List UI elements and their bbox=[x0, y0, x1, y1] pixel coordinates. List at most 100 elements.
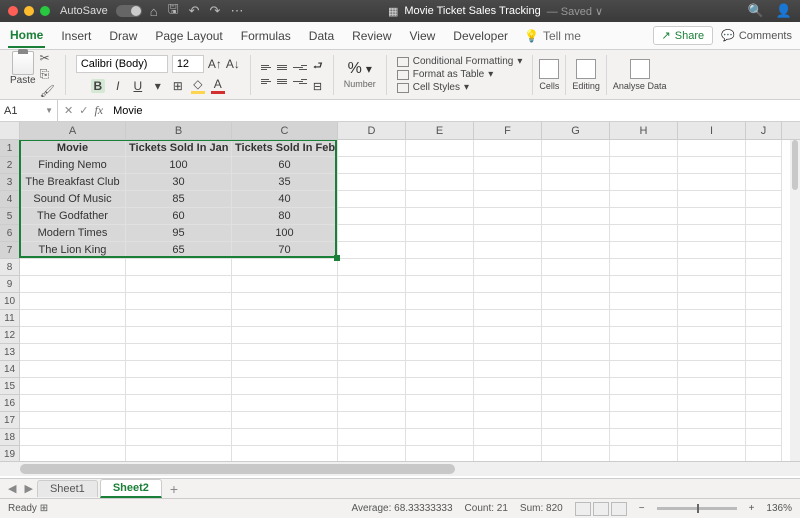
cell-I11[interactable] bbox=[678, 310, 746, 327]
cell-J13[interactable] bbox=[746, 344, 782, 361]
cell-C11[interactable] bbox=[232, 310, 338, 327]
cell-H17[interactable] bbox=[610, 412, 678, 429]
tab-page-layout[interactable]: Page Layout bbox=[153, 25, 224, 47]
tab-data[interactable]: Data bbox=[307, 25, 336, 47]
row-header-14[interactable]: 14 bbox=[0, 361, 19, 378]
row-header-7[interactable]: 7 bbox=[0, 242, 19, 259]
cell-G9[interactable] bbox=[542, 276, 610, 293]
cell-F19[interactable] bbox=[474, 446, 542, 461]
cell-J17[interactable] bbox=[746, 412, 782, 429]
prev-sheet-icon[interactable]: ◀ bbox=[4, 482, 20, 495]
cell-J9[interactable] bbox=[746, 276, 782, 293]
cell-C7[interactable]: 70 bbox=[232, 242, 338, 259]
cell-H5[interactable] bbox=[610, 208, 678, 225]
cell-D8[interactable] bbox=[338, 259, 406, 276]
cut-icon[interactable]: ✂ bbox=[40, 51, 55, 65]
cell-A16[interactable] bbox=[20, 395, 126, 412]
cell-I16[interactable] bbox=[678, 395, 746, 412]
row-header-3[interactable]: 3 bbox=[0, 174, 19, 191]
cell-E13[interactable] bbox=[406, 344, 474, 361]
cell-G12[interactable] bbox=[542, 327, 610, 344]
cell-D11[interactable] bbox=[338, 310, 406, 327]
cell-A2[interactable]: Finding Nemo bbox=[20, 157, 126, 174]
cell-G16[interactable] bbox=[542, 395, 610, 412]
fx-icon[interactable]: fx bbox=[94, 103, 103, 118]
col-header-D[interactable]: D bbox=[338, 122, 406, 139]
paste-button[interactable]: Paste bbox=[10, 51, 36, 86]
next-sheet-icon[interactable]: ▶ bbox=[20, 482, 36, 495]
vertical-scrollbar[interactable] bbox=[790, 140, 800, 461]
col-header-E[interactable]: E bbox=[406, 122, 474, 139]
col-header-G[interactable]: G bbox=[542, 122, 610, 139]
cell-D3[interactable] bbox=[338, 174, 406, 191]
cell-A19[interactable] bbox=[20, 446, 126, 461]
cell-B2[interactable]: 100 bbox=[126, 157, 232, 174]
name-box[interactable]: A1▼ bbox=[0, 100, 58, 121]
cell-I19[interactable] bbox=[678, 446, 746, 461]
cell-G6[interactable] bbox=[542, 225, 610, 242]
cell-A11[interactable] bbox=[20, 310, 126, 327]
row-header-11[interactable]: 11 bbox=[0, 310, 19, 327]
cell-H2[interactable] bbox=[610, 157, 678, 174]
cell-F5[interactable] bbox=[474, 208, 542, 225]
tab-developer[interactable]: Developer bbox=[451, 25, 510, 47]
cell-B11[interactable] bbox=[126, 310, 232, 327]
sheet-tab-1[interactable]: Sheet1 bbox=[37, 480, 98, 497]
undo-icon[interactable]: ↶ bbox=[189, 3, 200, 19]
cells-grid[interactable]: MovieTickets Sold In JanTickets Sold In … bbox=[20, 140, 800, 461]
cell-B6[interactable]: 95 bbox=[126, 225, 232, 242]
more-icon[interactable]: ⋯ bbox=[230, 3, 243, 19]
cells-button[interactable]: Cells bbox=[539, 59, 559, 91]
cell-C8[interactable] bbox=[232, 259, 338, 276]
row-header-1[interactable]: 1 bbox=[0, 140, 19, 157]
cell-G14[interactable] bbox=[542, 361, 610, 378]
col-header-C[interactable]: C bbox=[232, 122, 338, 139]
search-icon[interactable]: 🔍 bbox=[748, 3, 764, 19]
cell-E19[interactable] bbox=[406, 446, 474, 461]
cell-E1[interactable] bbox=[406, 140, 474, 157]
cell-G4[interactable] bbox=[542, 191, 610, 208]
tab-formulas[interactable]: Formulas bbox=[239, 25, 293, 47]
cell-H14[interactable] bbox=[610, 361, 678, 378]
copy-icon[interactable]: ⎘ bbox=[40, 67, 55, 82]
tab-review[interactable]: Review bbox=[350, 25, 393, 47]
cell-F1[interactable] bbox=[474, 140, 542, 157]
cell-D5[interactable] bbox=[338, 208, 406, 225]
row-header-12[interactable]: 12 bbox=[0, 327, 19, 344]
cell-E14[interactable] bbox=[406, 361, 474, 378]
cell-D7[interactable] bbox=[338, 242, 406, 259]
cell-A6[interactable]: Modern Times bbox=[20, 225, 126, 242]
cell-B17[interactable] bbox=[126, 412, 232, 429]
cell-H19[interactable] bbox=[610, 446, 678, 461]
bold-button[interactable]: B bbox=[91, 79, 105, 93]
cell-C12[interactable] bbox=[232, 327, 338, 344]
cell-styles-button[interactable]: Cell Styles▾ bbox=[397, 82, 523, 93]
cell-B19[interactable] bbox=[126, 446, 232, 461]
cell-B7[interactable]: 65 bbox=[126, 242, 232, 259]
cell-J14[interactable] bbox=[746, 361, 782, 378]
cell-C2[interactable]: 60 bbox=[232, 157, 338, 174]
cell-A13[interactable] bbox=[20, 344, 126, 361]
cell-G2[interactable] bbox=[542, 157, 610, 174]
cell-F13[interactable] bbox=[474, 344, 542, 361]
col-header-H[interactable]: H bbox=[610, 122, 678, 139]
cell-H18[interactable] bbox=[610, 429, 678, 446]
cell-D13[interactable] bbox=[338, 344, 406, 361]
add-sheet-button[interactable]: + bbox=[164, 481, 184, 497]
cell-F18[interactable] bbox=[474, 429, 542, 446]
cell-F6[interactable] bbox=[474, 225, 542, 242]
redo-icon[interactable]: ↷ bbox=[210, 3, 221, 19]
cell-D10[interactable] bbox=[338, 293, 406, 310]
cell-G15[interactable] bbox=[542, 378, 610, 395]
fill-color-button[interactable]: ◇ bbox=[191, 77, 205, 94]
cell-G7[interactable] bbox=[542, 242, 610, 259]
cell-J12[interactable] bbox=[746, 327, 782, 344]
cell-E6[interactable] bbox=[406, 225, 474, 242]
cell-J6[interactable] bbox=[746, 225, 782, 242]
cell-H12[interactable] bbox=[610, 327, 678, 344]
cell-B18[interactable] bbox=[126, 429, 232, 446]
cell-G19[interactable] bbox=[542, 446, 610, 461]
cell-E9[interactable] bbox=[406, 276, 474, 293]
cell-A3[interactable]: The Breakfast Club bbox=[20, 174, 126, 191]
wrap-text-icon[interactable]: ⮐ bbox=[313, 57, 323, 76]
